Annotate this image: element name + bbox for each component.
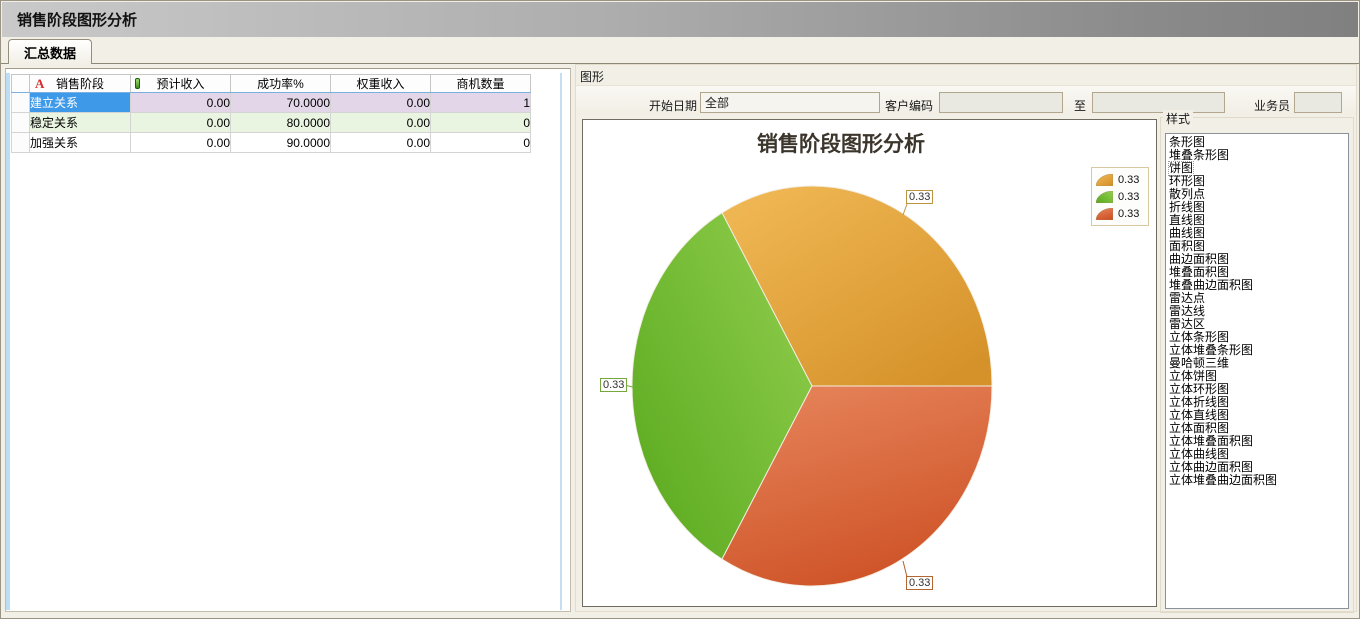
col-header-expected-income[interactable]: 预计收入 (131, 75, 231, 93)
cell-success[interactable]: 90.0000 (231, 133, 331, 153)
table-header-row: A销售阶段 预计收入 成功率% 权重收入 商机数量 (12, 75, 531, 93)
cell-weighted[interactable]: 0.00 (331, 93, 431, 113)
green-bar-icon (135, 78, 140, 89)
table-row[interactable]: 稳定关系 0.00 80.0000 0.00 0 (12, 113, 531, 133)
page-title: 销售阶段图形分析 (2, 9, 137, 30)
title-bar: 销售阶段图形分析 (2, 2, 1358, 37)
cell-success[interactable]: 70.0000 (231, 93, 331, 113)
pie-chart-panel: 销售阶段图形分析 0.33 0.33 0.33 0.330.330.33 (582, 119, 1157, 607)
row-indicator[interactable] (12, 113, 30, 133)
legend-item: 0.33 (1096, 205, 1144, 222)
graph-panel-caption: 图形 (580, 68, 604, 85)
col-header-weighted-income[interactable]: 权重收入 (331, 75, 431, 93)
app-window: 销售阶段图形分析 汇总数据 A销售阶段 预计收入 成功率% 权重收入 商机数量 (0, 0, 1360, 619)
styles-group: 样式 条形图堆叠条形图饼图环形图散列点折线图直线图曲线图面积图曲边面积图堆叠面积… (1160, 117, 1354, 613)
cell-stage[interactable]: 加强关系 (30, 133, 131, 153)
col-header-stage[interactable]: A销售阶段 (30, 75, 131, 93)
row-indicator[interactable] (12, 133, 30, 153)
cell-weighted[interactable]: 0.00 (331, 133, 431, 153)
table-row[interactable]: 加强关系 0.00 90.0000 0.00 0 (12, 133, 531, 153)
start-date-label: 开始日期 (649, 97, 697, 114)
sort-a-icon: A (35, 77, 44, 90)
style-list-item[interactable]: 堆叠条形图 (1169, 149, 1348, 162)
cell-expected[interactable]: 0.00 (131, 113, 231, 133)
row-indicator-header (12, 75, 30, 93)
content-area: A销售阶段 预计收入 成功率% 权重收入 商机数量 建立关系 0.00 70.0… (1, 64, 1360, 613)
left-accent-strip (6, 73, 10, 610)
chart-legend: 0.330.330.33 (1091, 167, 1149, 226)
customer-code-label: 客户编码 (885, 97, 933, 114)
legend-swatch-icon (1096, 208, 1113, 220)
cell-stage[interactable]: 稳定关系 (30, 113, 131, 133)
slice-label-green: 0.33 (600, 378, 627, 392)
graph-panel: 图形 开始日期 客户编码 至 业务员 销售阶段图形分析 (575, 64, 1357, 612)
slice-label-red: 0.33 (906, 576, 933, 590)
leader-line (903, 204, 907, 215)
slice-label-orange: 0.33 (906, 190, 933, 204)
legend-swatch-icon (1096, 191, 1113, 203)
cell-count[interactable]: 1 (431, 93, 531, 113)
summary-table-panel: A销售阶段 预计收入 成功率% 权重收入 商机数量 建立关系 0.00 70.0… (5, 68, 571, 612)
col-header-success-rate[interactable]: 成功率% (231, 75, 331, 93)
style-list[interactable]: 条形图堆叠条形图饼图环形图散列点折线图直线图曲线图面积图曲边面积图堆叠面积图堆叠… (1165, 133, 1349, 609)
cell-count[interactable]: 0 (431, 113, 531, 133)
col-header-opportunity-count[interactable]: 商机数量 (431, 75, 531, 93)
row-indicator[interactable] (12, 93, 30, 113)
cell-count[interactable]: 0 (431, 133, 531, 153)
cell-expected[interactable]: 0.00 (131, 93, 231, 113)
cell-expected[interactable]: 0.00 (131, 133, 231, 153)
cell-stage[interactable]: 建立关系 (30, 93, 131, 113)
salesman-label: 业务员 (1254, 97, 1290, 114)
to-label: 至 (1074, 97, 1086, 114)
style-list-item[interactable]: 立体堆叠曲边面积图 (1169, 474, 1348, 487)
table-row[interactable]: 建立关系 0.00 70.0000 0.00 1 (12, 93, 531, 113)
legend-swatch-icon (1096, 174, 1113, 186)
pie-chart (583, 120, 1156, 606)
tab-strip: 汇总数据 (1, 37, 1359, 64)
leader-line (903, 561, 907, 577)
right-accent-strip (560, 73, 562, 610)
legend-item: 0.33 (1096, 188, 1144, 205)
customer-code-input[interactable] (939, 92, 1063, 113)
legend-item: 0.33 (1096, 171, 1144, 188)
salesman-input[interactable] (1294, 92, 1342, 113)
cell-success[interactable]: 80.0000 (231, 113, 331, 133)
styles-caption: 样式 (1163, 110, 1193, 127)
start-date-input[interactable] (700, 92, 880, 113)
sales-stage-table: A销售阶段 预计收入 成功率% 权重收入 商机数量 建立关系 0.00 70.0… (11, 74, 531, 153)
to-input[interactable] (1092, 92, 1225, 113)
tab-summary-data[interactable]: 汇总数据 (8, 39, 92, 64)
cell-weighted[interactable]: 0.00 (331, 113, 431, 133)
